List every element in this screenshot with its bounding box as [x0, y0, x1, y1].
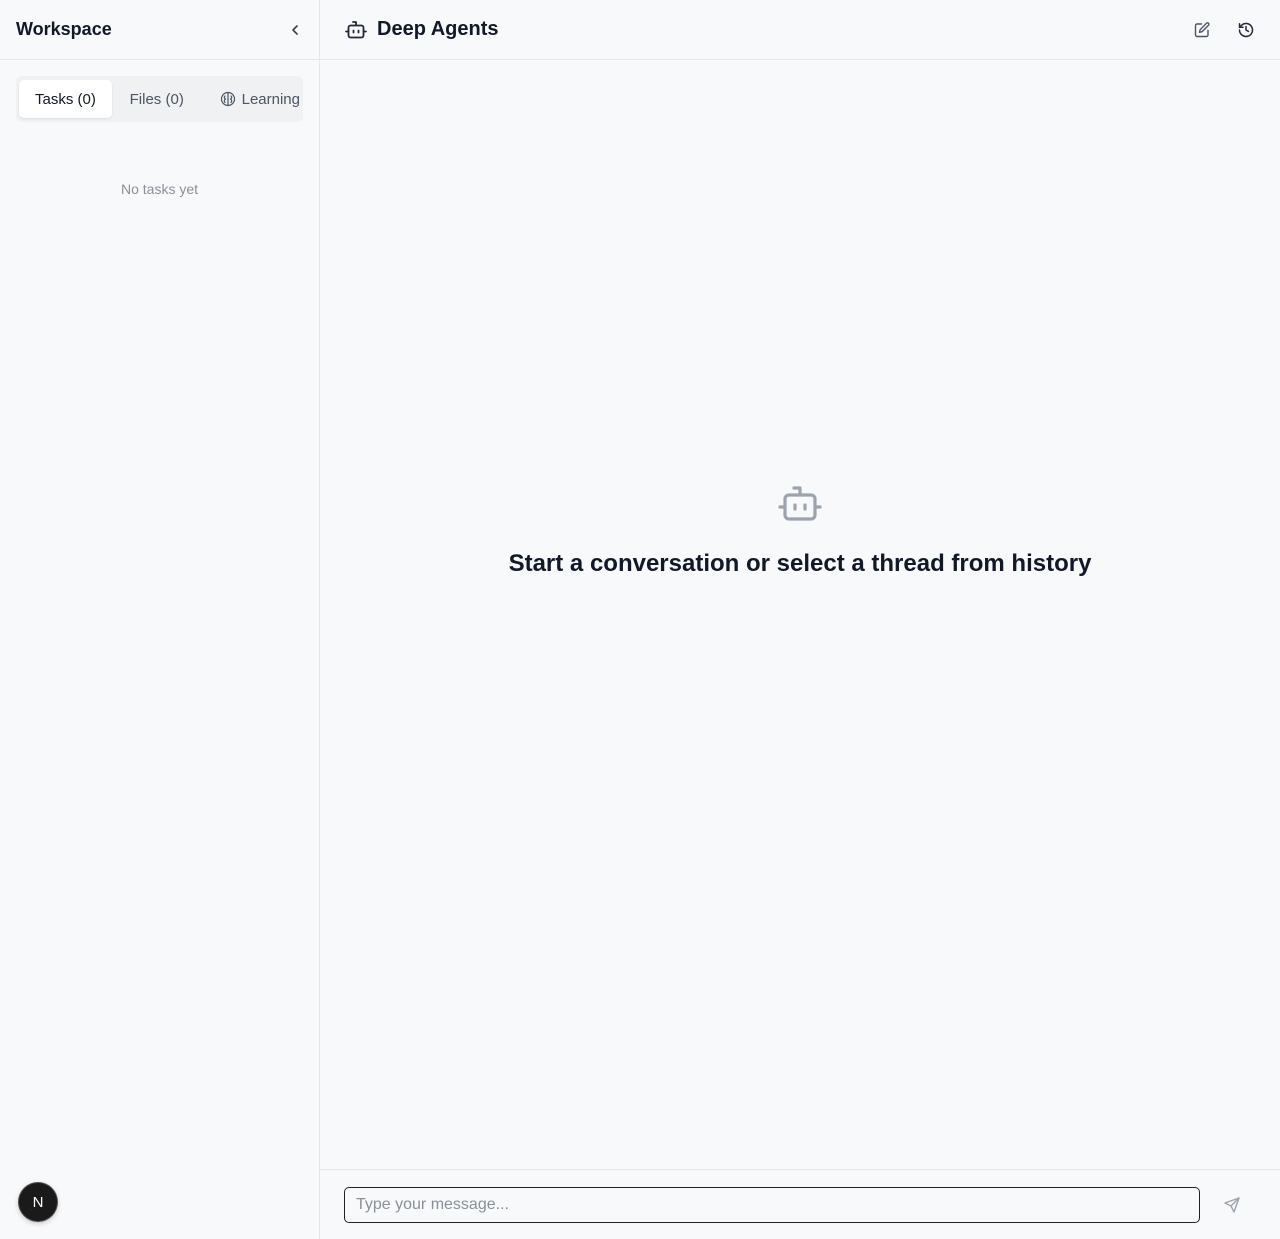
- user-avatar[interactable]: N: [19, 1183, 57, 1221]
- tab-learning-label: Learning: [241, 90, 300, 108]
- tab-files[interactable]: Files (0): [112, 80, 202, 118]
- tasks-empty-message: No tasks yet: [120, 181, 199, 197]
- collapse-sidebar-button[interactable]: [283, 18, 307, 42]
- empty-state-heading: Start a conversation or select a thread …: [508, 550, 1092, 577]
- app-root: Workspace Tasks (0) Files (0) Learning N…: [0, 0, 1280, 1239]
- empty-state-icon-wrap: [320, 480, 1280, 528]
- send-button[interactable]: [1208, 1187, 1256, 1223]
- brain-icon: [220, 91, 235, 107]
- bot-icon: [345, 20, 367, 38]
- main-title-group: Deep Agents: [344, 18, 499, 42]
- main-panel: Deep Agents Start a conversation or sele…: [320, 0, 1280, 1239]
- header-actions: [1190, 18, 1258, 42]
- history-icon: [1238, 22, 1254, 37]
- history-button[interactable]: [1234, 18, 1258, 42]
- send-icon: [1224, 1196, 1240, 1213]
- sidebar-header: Workspace: [0, 0, 319, 60]
- main-header: Deep Agents: [320, 0, 1280, 60]
- tab-tasks-label: Tasks (0): [35, 90, 96, 108]
- bot-icon: [778, 486, 822, 521]
- message-composer: [320, 1169, 1280, 1239]
- empty-state: Start a conversation or select a thread …: [320, 480, 1280, 578]
- sidebar-title: Workspace: [16, 19, 112, 39]
- new-thread-button[interactable]: [1190, 18, 1214, 42]
- sidebar-tabs: Tasks (0) Files (0) Learning: [16, 76, 303, 122]
- tab-tasks[interactable]: Tasks (0): [19, 80, 112, 118]
- page-title: Deep Agents: [377, 18, 499, 40]
- edit-icon: [1194, 21, 1210, 37]
- avatar-initial: N: [32, 1193, 44, 1211]
- message-input[interactable]: [344, 1186, 1200, 1223]
- chevron-left-icon: [292, 24, 298, 35]
- sidebar: Workspace Tasks (0) Files (0) Learning N…: [0, 0, 320, 1239]
- tab-files-label: Files (0): [129, 90, 184, 108]
- tab-learning[interactable]: Learning: [202, 80, 300, 118]
